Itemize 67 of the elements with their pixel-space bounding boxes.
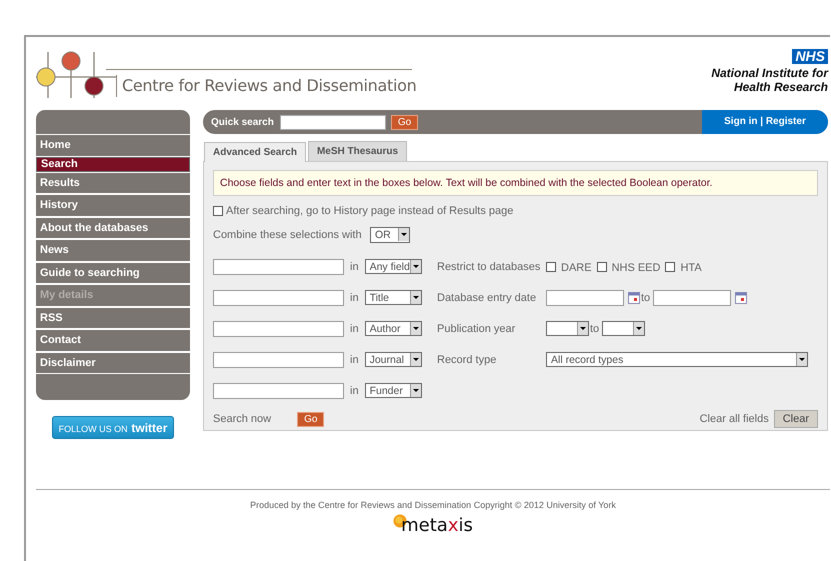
field-dropdown[interactable]: Journal	[364, 352, 422, 367]
sidebar-item[interactable]: Results	[36, 172, 190, 194]
filter-label: Database entry date	[437, 292, 538, 304]
operator-dropdown[interactable]: OR	[370, 227, 410, 243]
date-field[interactable]	[653, 290, 732, 306]
date-field[interactable]	[546, 290, 624, 306]
in-label: in	[350, 292, 359, 304]
calendar-icon[interactable]	[628, 292, 640, 304]
checkbox[interactable]	[596, 262, 607, 272]
sidebar-item[interactable]: Contact	[36, 329, 190, 352]
calendar-icon[interactable]	[735, 292, 748, 304]
in-label: in	[350, 260, 359, 272]
go-button[interactable]: Go	[297, 412, 324, 426]
site-title: Centre for Reviews and Dissemination	[116, 75, 416, 97]
in-label: in	[350, 354, 359, 366]
sidebar-item[interactable]: Home	[36, 134, 190, 156]
search-term-field[interactable]	[213, 382, 344, 398]
tab[interactable]: MeSH Thesaurus	[308, 141, 408, 161]
field-dropdown[interactable]: Funder	[364, 383, 422, 398]
in-label: in	[350, 384, 359, 396]
institute-name: Health Research	[734, 80, 828, 94]
filter-label: Restrict to databases	[437, 260, 542, 272]
filter-label: Record type	[437, 354, 498, 366]
in-label: in	[350, 322, 359, 334]
sidebar-item[interactable]: RSS	[36, 306, 190, 329]
database-option-label: HTA	[680, 262, 702, 274]
crd-logo-icon	[36, 50, 116, 100]
field-dropdown[interactable]: Title	[364, 290, 422, 305]
search-term-field[interactable]	[213, 352, 344, 368]
clear-all-label: Clear all fields	[700, 413, 769, 425]
notice-text: Choose fields and enter text in the boxes below. Text will be combined with the selected Boolean operator.	[213, 170, 818, 196]
filter-label: Publication year	[437, 322, 516, 334]
sidebar-item[interactable]: History	[36, 194, 190, 216]
follow-twitter-button[interactable]: FOLLOW US ON twitter	[52, 416, 174, 439]
search-term-field[interactable]	[213, 258, 344, 274]
year-dropdown[interactable]	[546, 321, 589, 336]
sign-in-link[interactable]: Sign in | Register	[702, 110, 828, 134]
metaxis-logo-text: metaxis	[401, 515, 473, 536]
quick-search-field[interactable]	[280, 114, 386, 130]
institute-name: National Institute for	[711, 66, 828, 80]
search-term-field[interactable]	[213, 320, 344, 336]
database-option-label: NHS EED	[612, 262, 660, 274]
history-option-label: After searching, go to History page instead of Results page	[226, 205, 514, 217]
combine-label: Combine these selections with	[213, 229, 363, 241]
nhs-badge: NHS	[792, 49, 828, 64]
copyright-text: Produced by the Centre for Reviews and Dissemination Copyright © 2012 University of York	[250, 500, 616, 510]
to-label: to	[590, 322, 600, 334]
go-button[interactable]: Go	[390, 114, 418, 130]
record-type-dropdown[interactable]: All record types	[546, 352, 808, 367]
checkbox[interactable]	[546, 262, 556, 272]
to-label: to	[641, 292, 650, 304]
clear-button[interactable]: Clear	[774, 410, 818, 428]
quick-search-label: Quick search	[211, 116, 274, 128]
sidebar-item[interactable]: Disclaimer	[36, 352, 190, 374]
sidebar-item[interactable]: Guide to searching	[36, 262, 190, 284]
sidebar-item[interactable]: Search	[36, 156, 190, 172]
field-dropdown[interactable]: Author	[364, 321, 422, 336]
sidebar-item[interactable]: About the databases	[36, 216, 190, 239]
checkbox[interactable]	[213, 206, 223, 216]
year-dropdown[interactable]	[602, 321, 646, 336]
checkbox[interactable]	[665, 262, 676, 272]
search-term-field[interactable]	[213, 290, 344, 306]
field-dropdown[interactable]: Any field	[364, 259, 422, 274]
database-option-label: DARE	[561, 262, 592, 274]
search-now-label: Search now	[213, 413, 272, 425]
tab[interactable]: Advanced Search	[204, 142, 306, 162]
sidebar-item[interactable]: News	[36, 239, 190, 262]
